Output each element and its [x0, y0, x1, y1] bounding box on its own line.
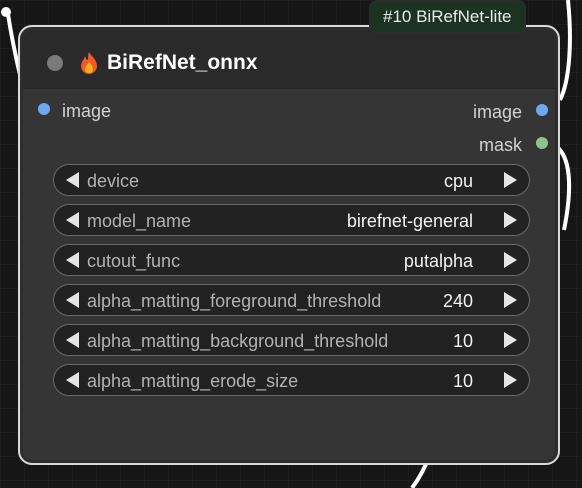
- erode-size-widget[interactable]: alpha_matting_erode_size 10: [53, 364, 530, 396]
- collapse-toggle[interactable]: [47, 55, 63, 71]
- widget-label: alpha_matting_background_threshold: [87, 331, 389, 351]
- widget-value: 240: [442, 291, 473, 311]
- decrement-arrow-icon[interactable]: [66, 292, 79, 308]
- widget-value: birefnet-general: [346, 211, 473, 231]
- increment-arrow-icon[interactable]: [504, 292, 517, 308]
- wire-endpoint: [1, 7, 11, 17]
- widget-value: cpu: [443, 171, 473, 191]
- node-title: BiRefNet_onnx: [107, 51, 258, 74]
- node-id-badge: #10 BiRefNet-lite: [369, 0, 526, 34]
- decrement-arrow-icon[interactable]: [66, 252, 79, 268]
- decrement-arrow-icon[interactable]: [66, 212, 79, 228]
- increment-arrow-icon[interactable]: [504, 332, 517, 348]
- increment-arrow-icon[interactable]: [504, 372, 517, 388]
- model-name-widget[interactable]: model_name birefnet-general: [53, 204, 530, 236]
- output-image-label: image: [472, 102, 522, 122]
- widget-value: 10: [452, 371, 473, 391]
- decrement-arrow-icon[interactable]: [66, 372, 79, 388]
- device-widget[interactable]: device cpu: [53, 164, 530, 196]
- cutout-func-widget[interactable]: cutout_func putalpha: [53, 244, 530, 276]
- widget-label: cutout_func: [87, 251, 181, 271]
- decrement-arrow-icon[interactable]: [66, 332, 79, 348]
- background-threshold-widget[interactable]: alpha_matting_background_threshold 10: [53, 324, 530, 356]
- node-title-bar[interactable]: BiRefNet_onnx: [23, 30, 555, 89]
- increment-arrow-icon[interactable]: [504, 172, 517, 188]
- increment-arrow-icon[interactable]: [504, 212, 517, 228]
- output-image-dot[interactable]: [536, 104, 548, 116]
- image-output-wire: [558, 0, 572, 101]
- widget-label: model_name: [87, 211, 192, 231]
- input-image-dot[interactable]: [38, 103, 50, 115]
- output-mask-dot[interactable]: [536, 137, 548, 149]
- widget-label: alpha_matting_foreground_threshold: [87, 291, 382, 311]
- input-image-label: image: [62, 101, 112, 121]
- foreground-threshold-widget[interactable]: alpha_matting_foreground_threshold 240: [53, 284, 530, 316]
- output-mask-label: mask: [478, 135, 522, 155]
- widget-value: putalpha: [403, 251, 473, 271]
- increment-arrow-icon[interactable]: [504, 252, 517, 268]
- widget-label: alpha_matting_erode_size: [87, 371, 299, 391]
- widget-value: 10: [452, 331, 473, 351]
- widget-label: device: [87, 171, 140, 191]
- flame-icon: [81, 52, 97, 74]
- decrement-arrow-icon[interactable]: [66, 172, 79, 188]
